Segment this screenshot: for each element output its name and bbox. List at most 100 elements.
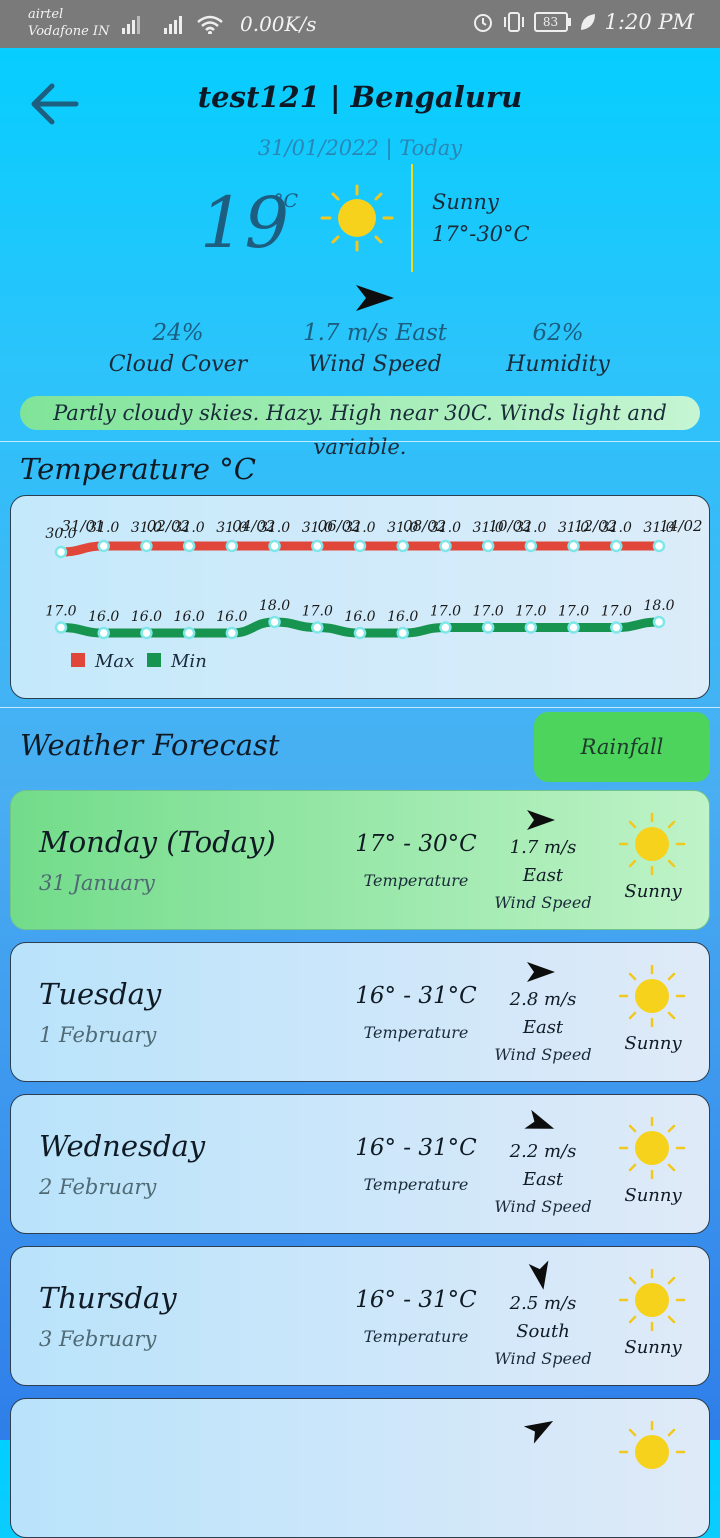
day-name: Tuesday — [39, 977, 162, 1011]
data-label: 31.0 — [344, 520, 375, 536]
data-point — [652, 615, 666, 629]
signal-icon — [122, 16, 140, 34]
day-name: Monday (Today) — [39, 825, 276, 859]
data-point — [481, 621, 495, 634]
signal-icon-2 — [164, 16, 182, 34]
cloud-cover-label: Cloud Cover — [108, 352, 248, 377]
day-name: Wednesday — [39, 1129, 206, 1163]
forecast-day-card[interactable]: Tuesday 1 February 16° - 31°C Temperatur… — [10, 942, 710, 1082]
data-label: 16.0 — [131, 609, 162, 625]
day-condition: Sunny — [624, 881, 682, 902]
data-point — [652, 539, 666, 553]
data-point — [353, 626, 367, 640]
sun-icon — [618, 964, 686, 1028]
day-wind-direction: East — [522, 1169, 564, 1190]
battery-icon: 83 — [533, 12, 571, 32]
data-label: 16.0 — [174, 609, 205, 625]
page-title: test121 | Bengaluru — [197, 80, 523, 114]
temperature-chart-card: 31/01 02/02 04/02 06/02 08/02 10/02 12/02 14/02… — [10, 495, 710, 699]
data-point — [311, 539, 324, 553]
forecast-section-title: Weather Forecast — [20, 728, 280, 762]
day-temperature: 16° - 31°C — [355, 983, 477, 1009]
day-wind-label: Wind Speed — [494, 1349, 592, 1368]
data-label: 17.0 — [558, 604, 589, 620]
cloud-cover-stat: 24% Cloud Cover — [68, 320, 288, 377]
battery-level: 83 — [533, 12, 568, 32]
day-wind-speed: 2.5 m/s — [509, 1293, 577, 1314]
day-date: 3 February — [39, 1327, 157, 1351]
divider — [411, 164, 413, 272]
day-condition: Sunny — [624, 1185, 682, 1206]
data-point — [396, 626, 409, 640]
day-wind-label: Wind Speed — [494, 893, 592, 912]
day-temperature-label: Temperature — [363, 1175, 469, 1194]
data-label: 17.0 — [45, 604, 76, 620]
status-bar: airtel Vodafone IN 0.00K/s 83 1:20 PM — [0, 0, 720, 48]
humidity-stat: 62% Humidity — [448, 320, 668, 377]
data-label: 16.0 — [216, 609, 247, 625]
day-temperature: 16° - 31°C — [355, 1287, 477, 1313]
day-wind-direction: East — [522, 1017, 564, 1038]
data-label: 18.0 — [643, 598, 674, 614]
data-label: 31.0 — [302, 520, 333, 536]
current-range: 17°-30°C — [432, 222, 530, 246]
forecast-day-card[interactable]: Thursday 3 February 16° - 31°C Temperatu… — [10, 1246, 710, 1386]
wind-arrow-icon — [528, 1260, 549, 1290]
data-point — [140, 626, 153, 640]
rainfall-button[interactable]: Rainfall — [534, 712, 710, 782]
data-point — [140, 539, 153, 553]
legend-swatch — [147, 653, 161, 667]
sun-icon — [618, 812, 686, 876]
net-speed: 0.00K/s — [240, 12, 317, 36]
current-condition: Sunny — [432, 190, 499, 214]
data-label: 31.0 — [558, 520, 589, 536]
data-point — [225, 626, 239, 640]
data-point — [311, 621, 324, 634]
forecast-day-card[interactable]: Wednesday 2 February 16° - 31°C Temperat… — [10, 1094, 710, 1234]
data-point — [567, 621, 580, 634]
forecast-day-card[interactable]: Monday (Today) 31 January 17° - 30°C Tem… — [10, 790, 710, 930]
data-label: 31.0 — [131, 520, 162, 536]
data-point — [567, 539, 580, 553]
day-wind-direction: South — [516, 1321, 570, 1342]
data-point — [97, 626, 110, 640]
forecast-day-card[interactable] — [10, 1398, 710, 1538]
section-divider-2 — [0, 707, 720, 708]
carrier-info: airtel Vodafone IN — [28, 6, 109, 40]
current-date: 31/01/2022 | Today — [257, 136, 463, 160]
day-wind-label: Wind Speed — [494, 1045, 592, 1064]
day-condition: Sunny — [624, 1033, 682, 1054]
cloud-cover-value: 24% — [152, 320, 204, 346]
day-date: 2 February — [39, 1175, 157, 1199]
data-label: 16.0 — [344, 609, 375, 625]
data-label: 31.0 — [259, 520, 290, 536]
data-label: 16.0 — [387, 609, 418, 625]
day-temperature-label: Temperature — [363, 1023, 469, 1042]
carrier-name-1: airtel — [28, 7, 64, 22]
data-label: 17.0 — [515, 604, 546, 620]
data-point — [524, 621, 538, 634]
data-label: 31.0 — [216, 520, 247, 536]
data-label: 17.0 — [430, 604, 461, 620]
data-point — [268, 539, 281, 553]
wifi-icon — [197, 15, 223, 34]
clock: 1:20 PM — [604, 10, 694, 34]
day-temperature: 17° - 30°C — [355, 831, 477, 857]
data-point — [396, 539, 409, 553]
day-wind-speed: 2.2 m/s — [509, 1141, 577, 1162]
data-label: 30.0 — [45, 526, 76, 542]
status-right: 83 1:20 PM — [472, 10, 694, 34]
section-divider — [0, 441, 720, 442]
day-name: Thursday — [39, 1281, 177, 1315]
sun-icon — [618, 1116, 686, 1180]
alarm-icon — [473, 14, 492, 32]
data-point — [524, 539, 538, 553]
data-point — [97, 539, 110, 553]
weather-summary: Partly cloudy skies. Hazy. High near 30C… — [20, 396, 700, 459]
day-temperature-label: Temperature — [363, 871, 469, 890]
day-temperature: 16° - 31°C — [355, 1135, 477, 1161]
sun-icon — [618, 1268, 686, 1332]
data-point — [610, 621, 623, 634]
data-point — [610, 539, 623, 553]
data-label: 17.0 — [601, 604, 632, 620]
